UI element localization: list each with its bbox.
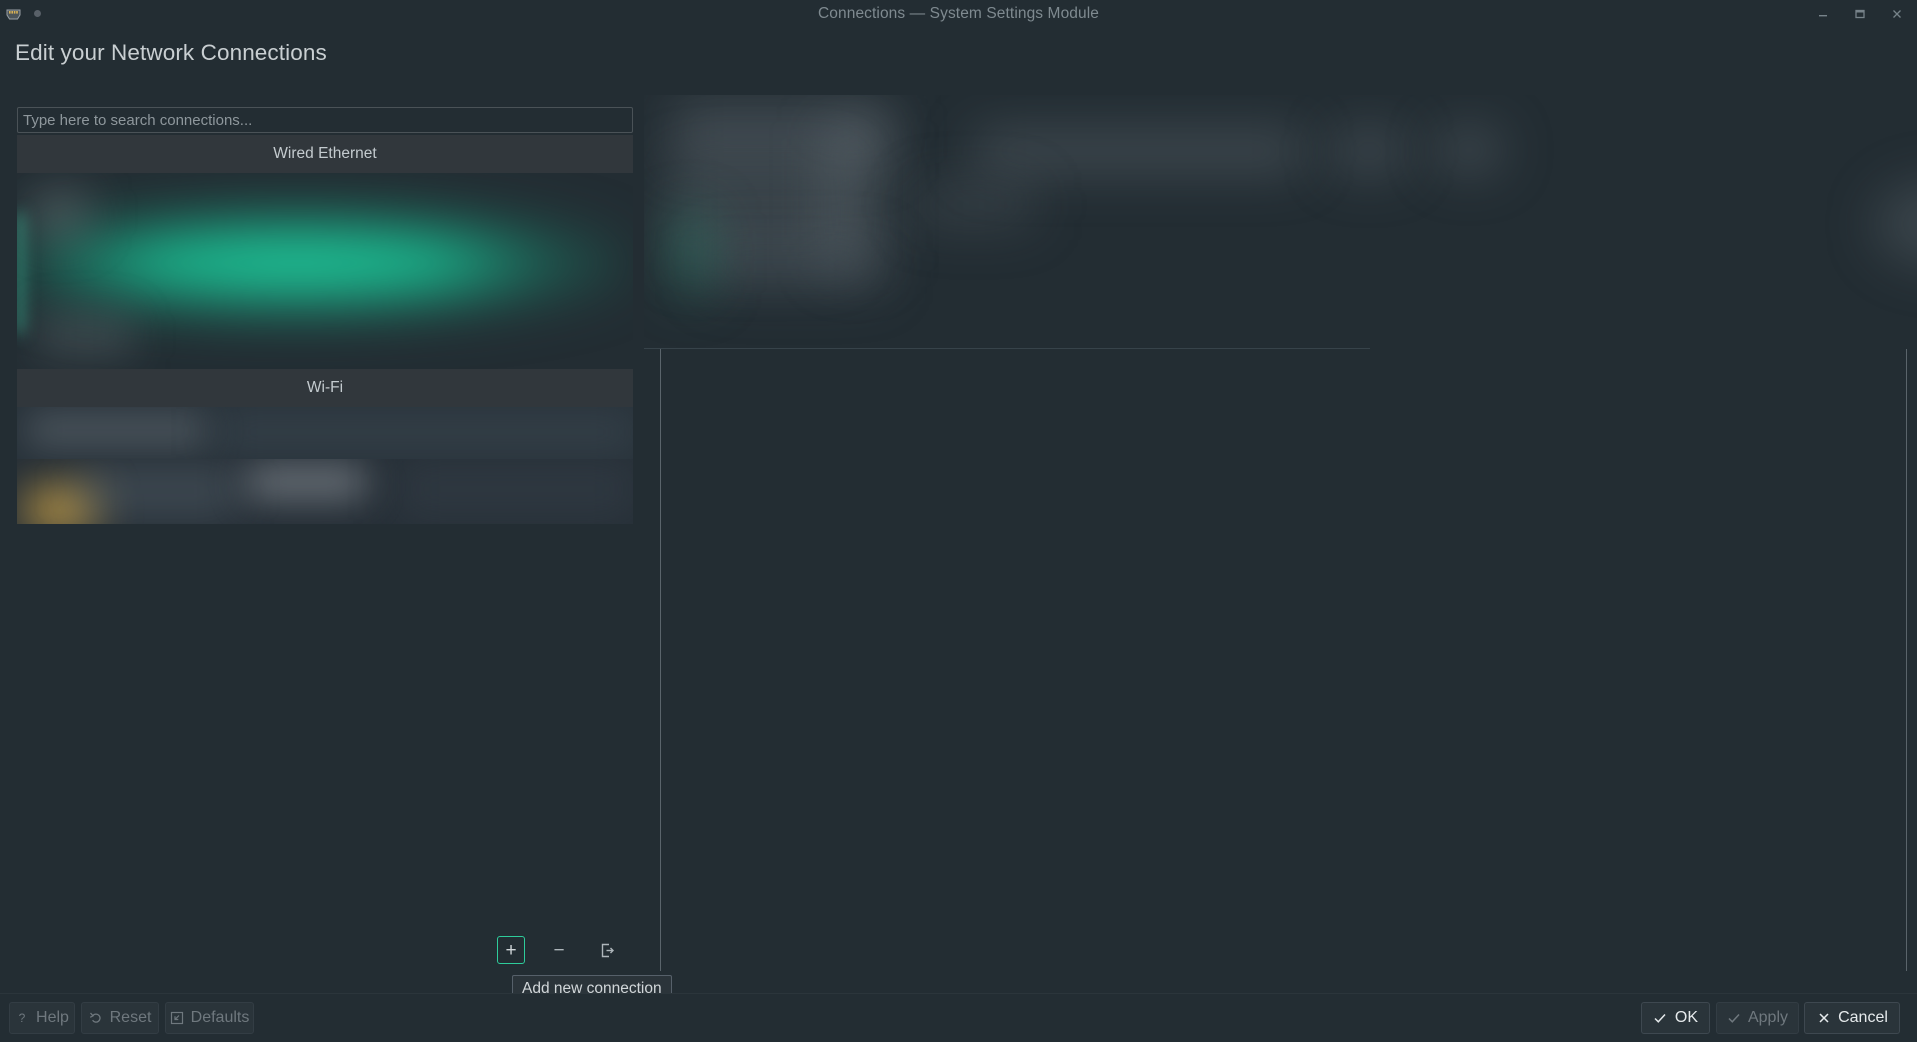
titlebar-left-group (0, 5, 120, 22)
close-icon[interactable] (1889, 6, 1905, 22)
cancel-button[interactable]: Cancel (1804, 1002, 1900, 1034)
connections-toolbar: + − (497, 936, 621, 964)
checkmark-icon (1653, 1011, 1668, 1026)
ethernet-port-icon (5, 5, 22, 22)
detail-redacted-block (1874, 181, 1917, 267)
window-titlebar: Connections — System Settings Module (0, 0, 1917, 27)
detail-redacted-block (974, 131, 1304, 171)
cancel-button-label: Cancel (1838, 1009, 1888, 1026)
connection-label-redacted (37, 313, 133, 359)
group-header-wifi: Wi-Fi (17, 369, 633, 407)
modified-indicator-dot (34, 10, 41, 17)
add-connection-button[interactable]: + (497, 936, 525, 964)
detail-redacted-block (1434, 127, 1504, 173)
help-button[interactable]: ? Help (9, 1002, 75, 1034)
window-title: Connections — System Settings Module (817, 4, 1099, 22)
selection-indicator (17, 213, 22, 333)
selection-highlight (27, 203, 627, 323)
defaults-button-label: Defaults (190, 1009, 250, 1026)
cross-icon (1816, 1011, 1831, 1026)
connection-item-content (17, 173, 633, 369)
titlebar-window-controls (1797, 6, 1917, 22)
defaults-button[interactable]: Defaults (165, 1002, 254, 1034)
connection-detail-body (660, 349, 1907, 971)
connections-pane: Wired Ethernet Wi-Fi (17, 107, 633, 524)
connection-item-content (17, 459, 633, 524)
connection-detail-redacted (397, 459, 633, 519)
help-button-label: Help (36, 1009, 69, 1026)
reset-button[interactable]: Reset (81, 1002, 159, 1034)
restore-defaults-icon (170, 1011, 184, 1026)
undo-arrow-icon (89, 1011, 103, 1026)
ok-button[interactable]: OK (1641, 1002, 1710, 1034)
maximize-icon[interactable] (1852, 6, 1868, 22)
detail-redacted-block (914, 185, 1034, 225)
connection-label-redacted (77, 463, 237, 519)
connection-icon-redacted (31, 189, 89, 237)
question-mark-icon: ? (15, 1011, 29, 1026)
checkmark-icon (1727, 1011, 1741, 1026)
connection-label-redacted (27, 411, 207, 449)
plus-icon: + (505, 939, 517, 961)
connection-item-wifi-2[interactable] (17, 459, 633, 524)
reset-button-label: Reset (109, 1009, 152, 1026)
remove-connection-button[interactable]: − (545, 936, 573, 964)
ok-button-label: OK (1674, 1009, 1698, 1026)
connection-detail-redacted (217, 409, 633, 455)
connections-list[interactable]: Wired Ethernet Wi-Fi (17, 135, 633, 524)
connection-item-wired-1[interactable] (17, 173, 633, 369)
apply-button: Apply (1716, 1002, 1799, 1034)
connection-item-wifi-1[interactable] (17, 407, 633, 459)
connection-detail-header-redacted (644, 95, 1917, 348)
detail-redacted-block (1334, 129, 1404, 173)
minus-icon: − (553, 939, 565, 961)
apply-button-label: Apply (1747, 1009, 1789, 1026)
connection-item-content (17, 407, 633, 459)
detail-redacted-block (672, 213, 710, 293)
export-connection-button[interactable] (593, 936, 621, 964)
detail-redacted-block (704, 245, 884, 289)
group-header-wired-ethernet: Wired Ethernet (17, 135, 633, 173)
connection-badge-redacted (247, 465, 367, 499)
svg-text:?: ? (19, 1011, 26, 1025)
minimize-icon[interactable] (1815, 6, 1831, 22)
connection-detail-panel (644, 95, 1917, 972)
export-icon (599, 942, 616, 959)
dialog-button-bar: ? Help Reset Defaults OK Apply Cancel (0, 994, 1917, 1042)
page-title: Edit your Network Connections (15, 40, 327, 65)
search-input[interactable] (17, 107, 633, 133)
